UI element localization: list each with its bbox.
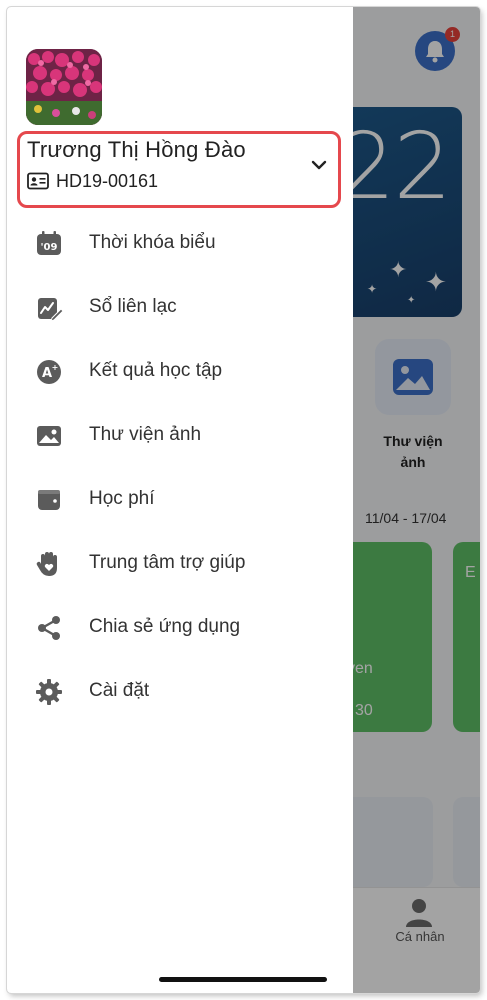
image-icon — [37, 426, 61, 446]
home-indicator[interactable] — [159, 977, 327, 982]
menu-item-share-app[interactable]: Chia sẻ ứng dụng — [19, 600, 345, 656]
svg-text:'09: '09 — [41, 242, 58, 253]
menu-item-label: Thời khóa biểu — [89, 232, 216, 253]
menu-item-label: Sổ liên lạc — [89, 296, 177, 317]
student-id: HD19-00161 — [56, 171, 159, 191]
menu-item-timetable[interactable]: '09 Thời khóa biểu — [19, 216, 345, 272]
notebook-chart-icon — [38, 298, 63, 322]
svg-text:A: A — [42, 366, 52, 381]
menu-item-label: Cài đặt — [89, 680, 150, 701]
navigation-drawer: Trương Thị Hồng Đào HD19-00161 '09 Thời … — [7, 7, 353, 993]
svg-text:+: + — [52, 363, 59, 372]
menu-item-label: Trung tâm trợ giúp — [89, 552, 246, 573]
menu-item-label: Học phí — [89, 488, 155, 509]
menu-item-contact-book[interactable]: Sổ liên lạc — [19, 280, 345, 336]
menu-item-label: Thư viện ảnh — [89, 424, 202, 445]
menu-item-tuition[interactable]: Học phí — [19, 472, 345, 528]
result-badge-icon: A + — [37, 360, 61, 384]
gear-icon — [36, 679, 62, 705]
chevron-down-icon[interactable] — [309, 155, 329, 175]
menu-item-label: Chia sẻ ứng dụng — [89, 616, 241, 637]
avatar-flowers-photo — [26, 49, 102, 125]
menu-item-label: Kết quả học tập — [89, 360, 223, 381]
menu-item-help-center[interactable]: Trung tâm trợ giúp — [19, 536, 345, 592]
id-card-icon — [27, 172, 49, 190]
phone-screen: 1 22 ✦ ✦ ✦ ✦ Thư viện ảnh 11/04 - 17/04 … — [7, 7, 480, 993]
help-hand-heart-icon — [36, 552, 57, 576]
wallet-icon — [38, 490, 60, 510]
calendar-09-icon: '09 — [37, 231, 61, 255]
menu-item-results[interactable]: A + Kết quả học tập — [19, 344, 345, 400]
menu-item-gallery[interactable]: Thư viện ảnh — [19, 408, 345, 464]
share-icon — [38, 616, 60, 640]
student-name[interactable]: Trương Thị Hồng Đào — [27, 137, 246, 163]
menu-item-settings[interactable]: Cài đặt — [19, 664, 345, 720]
avatar[interactable] — [26, 49, 102, 125]
